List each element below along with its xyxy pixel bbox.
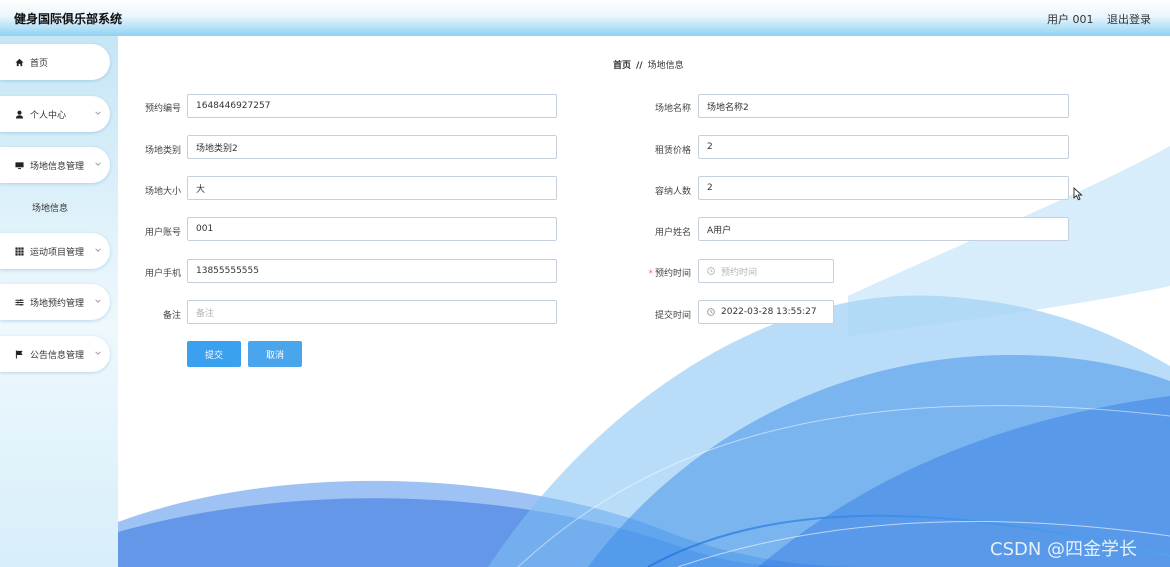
mouse-pointer-icon (1073, 186, 1083, 205)
chevron-down-icon (94, 349, 102, 360)
chevron-down-icon (94, 109, 102, 120)
rent-price-field[interactable]: 2 (698, 135, 1069, 159)
cancel-button[interactable]: 取消 (248, 341, 302, 367)
sidebar-item-personal-center[interactable]: 个人中心 (0, 96, 110, 132)
venue-size-field[interactable]: 大 (187, 176, 557, 200)
capacity-field[interactable]: 2 (698, 176, 1069, 200)
sidebar-item-venue-info-management[interactable]: 场地信息管理 (0, 147, 110, 183)
sidebar-item-notice-management[interactable]: 公告信息管理 (0, 336, 110, 372)
venue-name-field[interactable]: 场地名称2 (698, 94, 1069, 118)
sidebar-item-venue-booking-management[interactable]: 场地预约管理 (0, 284, 110, 320)
sidebar-item-label: 场地预约管理 (30, 298, 85, 309)
user-icon (14, 110, 24, 119)
rent-price-label: 租赁价格 (654, 146, 691, 156)
remark-field[interactable]: 备注 (187, 300, 557, 324)
booking-no-label: 预约编号 (144, 104, 181, 114)
user-name-field[interactable]: A用户 (698, 217, 1069, 241)
top-bar: 健身国际俱乐部系统 用户 001 退出登录 (0, 0, 1170, 36)
sidebar-item-label: 公告信息管理 (30, 350, 85, 361)
booking-time-picker[interactable]: 预约时间 (698, 259, 834, 283)
user-account-label: 用户账号 (144, 228, 181, 238)
sidebar-subitem-venue-info[interactable]: 场地信息 (32, 201, 68, 214)
user-account-field[interactable]: 001 (187, 217, 557, 241)
breadcrumb-home[interactable]: 首页 (613, 61, 631, 71)
submit-time-value: 2022-03-28 13:55:27 (721, 307, 817, 317)
venue-type-field[interactable]: 场地类别2 (187, 135, 557, 159)
submit-time-label: 提交时间 (654, 311, 691, 321)
watermark: CSDN @四金学长 (990, 539, 1138, 560)
booking-time-placeholder: 预约时间 (721, 267, 758, 278)
app-title: 健身国际俱乐部系统 (14, 12, 123, 26)
capacity-label: 容纳人数 (654, 187, 691, 197)
remark-label: 备注 (162, 311, 181, 321)
venue-size-label: 场地大小 (144, 187, 181, 197)
sidebar-item-label: 运动项目管理 (30, 247, 85, 258)
sidebar-item-home[interactable]: 首页 (0, 44, 110, 80)
sidebar-item-label: 首页 (30, 58, 49, 69)
main-content: 首页 // 场地信息 预约编号 1648446927257 场地类别 场地类别2 场… (118, 36, 1170, 567)
booking-time-label: * 预约时间 (621, 266, 691, 279)
sidebar-item-label: 场地信息管理 (30, 161, 85, 172)
clock-icon (707, 308, 715, 316)
clock-icon (707, 267, 715, 275)
chevron-down-icon (94, 160, 102, 171)
logout-link[interactable]: 退出登录 (1107, 11, 1151, 27)
flag-icon (14, 349, 24, 359)
venue-type-label: 场地类别 (144, 146, 181, 156)
booking-no-field[interactable]: 1648446927257 (187, 94, 557, 118)
venue-name-label: 场地名称 (654, 104, 691, 114)
breadcrumb-current: 场地信息 (647, 61, 684, 71)
required-mark: * (648, 269, 653, 279)
user-phone-field[interactable]: 13855555555 (187, 259, 557, 283)
chevron-down-icon (94, 246, 102, 257)
user-name-label: 用户姓名 (654, 228, 691, 238)
sidebar-item-label: 个人中心 (30, 110, 67, 121)
submit-button[interactable]: 提交 (187, 341, 241, 367)
monitor-icon (14, 161, 24, 170)
booking-time-label-text: 预约时间 (654, 269, 691, 279)
sliders-icon (14, 298, 24, 307)
breadcrumb-separator: // (636, 61, 643, 71)
home-icon (14, 58, 24, 67)
user-phone-label: 用户手机 (144, 269, 181, 279)
submit-time-picker[interactable]: 2022-03-28 13:55:27 (698, 300, 834, 324)
sidebar: 首页 个人中心 场地信息管理 场地信息 运动项目管理 场地预约管理 公告信息管理 (0, 36, 118, 567)
sidebar-item-sports-project-management[interactable]: 运动项目管理 (0, 233, 110, 269)
grid-icon (14, 246, 24, 256)
chevron-down-icon (94, 297, 102, 308)
current-user: 用户 001 (1047, 13, 1094, 26)
breadcrumb: 首页 // 场地信息 (613, 58, 684, 71)
